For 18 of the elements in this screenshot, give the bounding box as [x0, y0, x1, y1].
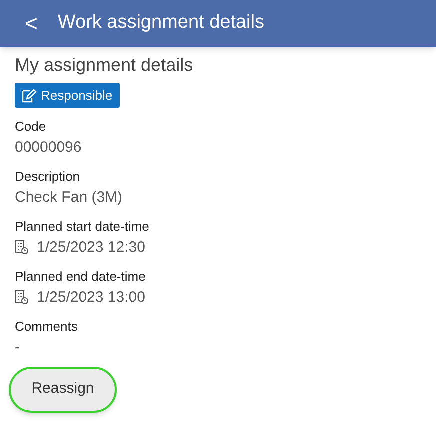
edit-document-icon: [22, 88, 37, 102]
back-button[interactable]: <: [0, 12, 58, 34]
reassign-button[interactable]: Reassign: [9, 366, 117, 412]
calendar-clock-icon: [15, 290, 29, 305]
field-label: Description: [15, 168, 82, 186]
field-value: Check Fan (3M): [15, 188, 124, 208]
field-value: 1/25/2023 13:00: [37, 288, 146, 308]
field-value: -: [15, 338, 21, 358]
field-label: Planned end date-time: [15, 268, 147, 286]
field-label: Code: [15, 118, 48, 136]
field-value: 00000096: [15, 138, 83, 158]
field-value: 1/25/2023 12:30: [37, 238, 146, 258]
field-label: Planned start date-time: [15, 218, 150, 236]
header-title: Work assignment details: [58, 11, 264, 36]
section-title: My assignment details: [15, 54, 194, 77]
badge-label: Responsible: [41, 86, 113, 105]
calendar-clock-icon: [15, 240, 29, 255]
field-label: Comments: [15, 318, 79, 336]
